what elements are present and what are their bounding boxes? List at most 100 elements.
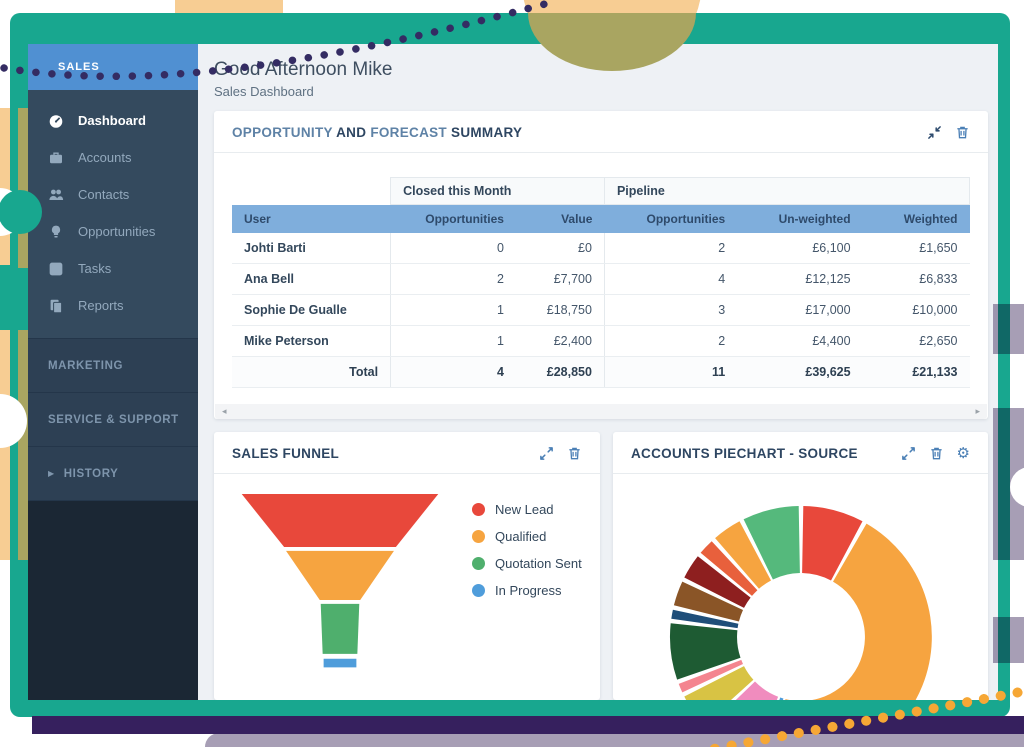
trash-icon[interactable] bbox=[955, 125, 970, 140]
sidebar-item-label: Reports bbox=[78, 298, 124, 313]
legend-dot-icon bbox=[472, 530, 485, 543]
user-name-cell: Ana Bell bbox=[232, 264, 391, 295]
legend-label: Qualified bbox=[495, 529, 546, 544]
column-header-weighted-pipeline: Weighted bbox=[863, 205, 970, 234]
value-cell: £1,650 bbox=[863, 233, 970, 264]
legend-item-new-lead[interactable]: New Lead bbox=[472, 502, 582, 517]
value-cell: £12,125 bbox=[737, 264, 862, 295]
sidebar-section-service-support[interactable]: SERVICE & SUPPORT bbox=[28, 392, 198, 446]
forecast-title-word: FORECAST bbox=[366, 125, 447, 140]
documents-icon bbox=[48, 298, 64, 314]
sidebar-item-label: Opportunities bbox=[78, 224, 155, 239]
forecast-title-word: SUMMARY bbox=[447, 125, 522, 140]
legend-item-quotation-sent[interactable]: Quotation Sent bbox=[472, 556, 582, 571]
sidebar-item-label: Dashboard bbox=[78, 113, 146, 128]
pie-panel-title: ACCOUNTS PIECHART - SOURCE bbox=[631, 446, 858, 461]
sidebar-item-opportunities[interactable]: Opportunities bbox=[28, 213, 198, 250]
sidebar-item-contacts[interactable]: Contacts bbox=[28, 176, 198, 213]
trash-icon[interactable] bbox=[567, 446, 582, 461]
marketing-page: { "decor_colors": { "frame_teal": "#18A7… bbox=[0, 0, 1024, 747]
value-cell: 1 bbox=[391, 295, 516, 326]
group-header-closed-this-month: Closed this Month bbox=[391, 178, 605, 205]
table-total-row: Total4£28,85011£39,625£21,133 bbox=[232, 357, 970, 388]
value-cell: £17,000 bbox=[737, 295, 862, 326]
legend-item-in-progress[interactable]: In Progress bbox=[472, 583, 582, 598]
sidebar-section-label: MARKETING bbox=[48, 360, 123, 372]
value-cell: £10,000 bbox=[863, 295, 970, 326]
column-header-un-weighted-pipeline: Un-weighted bbox=[737, 205, 862, 234]
sidebar-filler bbox=[28, 500, 198, 700]
decor-lavender-bottom-bar bbox=[205, 733, 1024, 747]
funnel-stage-qualified bbox=[286, 551, 394, 600]
decor-olive-strip-1 bbox=[18, 108, 28, 268]
expand-icon[interactable] bbox=[901, 446, 916, 461]
sidebar-item-dashboard[interactable]: Dashboard bbox=[28, 102, 198, 139]
accounts-piechart-panel: ACCOUNTS PIECHART - SOURCE ⚙ bbox=[613, 432, 988, 700]
legend-dot-icon bbox=[472, 503, 485, 516]
page-subtitle: Sales Dashboard bbox=[214, 84, 988, 99]
forecast-panel-title: OPPORTUNITY AND FORECAST SUMMARY bbox=[232, 125, 522, 140]
value-cell: 2 bbox=[391, 264, 516, 295]
gear-icon[interactable]: ⚙ bbox=[957, 446, 970, 461]
expand-icon[interactable] bbox=[539, 446, 554, 461]
total-label: Total bbox=[232, 357, 391, 388]
legend-dot-icon bbox=[472, 584, 485, 597]
forecast-title-word: OPPORTUNITY bbox=[232, 125, 333, 140]
sidebar-item-label: Accounts bbox=[78, 150, 131, 165]
collapse-icon[interactable] bbox=[927, 125, 942, 140]
panel-divider bbox=[613, 473, 988, 474]
value-cell: £2,400 bbox=[516, 326, 605, 357]
legend-label: New Lead bbox=[495, 502, 554, 517]
funnel-stage-new-lead bbox=[242, 494, 439, 547]
main-content: Good Afternoon Mike Sales Dashboard OPPO… bbox=[198, 44, 998, 700]
legend-label: Quotation Sent bbox=[495, 556, 582, 571]
value-cell: £21,133 bbox=[863, 357, 970, 388]
pie-segment-6 bbox=[669, 623, 740, 679]
column-header-opportunities-pipeline: Opportunities bbox=[604, 205, 737, 234]
table-row: Johti Barti0£02£6,100£1,650 bbox=[232, 233, 970, 264]
briefcase-icon bbox=[48, 150, 64, 166]
column-header-opportunities: Opportunities bbox=[391, 205, 516, 234]
accounts-pie-chart bbox=[626, 477, 976, 700]
table-group-header-row: Closed this MonthPipeline bbox=[232, 178, 970, 205]
crm-app-window: SALES Dashboard Accounts Contacts Opportuni… bbox=[28, 44, 998, 700]
sidebar-header-sales[interactable]: SALES bbox=[28, 44, 198, 90]
value-cell: £39,625 bbox=[737, 357, 862, 388]
trash-icon[interactable] bbox=[929, 446, 944, 461]
user-name-cell: Sophie De Gualle bbox=[232, 295, 391, 326]
table-row: Ana Bell2£7,7004£12,125£6,833 bbox=[232, 264, 970, 295]
decor-olive-strip-2 bbox=[18, 330, 28, 560]
funnel-panel-title: SALES FUNNEL bbox=[232, 446, 339, 461]
caret-right-icon: ▶ bbox=[48, 469, 55, 478]
horizontal-scrollbar[interactable]: ◂ ▸ bbox=[215, 404, 987, 419]
sidebar-sections: MARKETING SERVICE & SUPPORT ▶ HISTORY bbox=[28, 338, 198, 500]
value-cell: 4 bbox=[391, 357, 516, 388]
user-name-cell: Mike Peterson bbox=[232, 326, 391, 357]
sidebar-item-tasks[interactable]: Tasks bbox=[28, 250, 198, 287]
legend-item-qualified[interactable]: Qualified bbox=[472, 529, 582, 544]
scroll-right-arrow-icon[interactable]: ▸ bbox=[975, 406, 980, 417]
value-cell: £0 bbox=[516, 233, 605, 264]
scroll-left-arrow-icon[interactable]: ◂ bbox=[222, 406, 227, 417]
sales-funnel-chart bbox=[234, 490, 446, 682]
decor-lavender-tab-1 bbox=[993, 304, 1024, 354]
dashboard-frame: SALES Dashboard Accounts Contacts Opportuni… bbox=[10, 13, 1010, 717]
decor-peach-top-strip bbox=[175, 0, 283, 14]
decor-lavender-tab-3 bbox=[993, 617, 1024, 663]
sidebar-section-label: SERVICE & SUPPORT bbox=[48, 414, 179, 426]
sidebar-item-accounts[interactable]: Accounts bbox=[28, 139, 198, 176]
sidebar-section-marketing[interactable]: MARKETING bbox=[28, 338, 198, 392]
value-cell: 4 bbox=[604, 264, 737, 295]
sidebar-section-history[interactable]: ▶ HISTORY bbox=[28, 446, 198, 500]
sidebar-item-reports[interactable]: Reports bbox=[28, 287, 198, 324]
decor-purple-bottom-bar bbox=[32, 716, 1024, 734]
value-cell: 1 bbox=[391, 326, 516, 357]
funnel-stage-in-progress bbox=[324, 659, 357, 668]
sales-funnel-panel: SALES FUNNEL New LeadQ bbox=[214, 432, 600, 700]
sidebar-item-label: Tasks bbox=[78, 261, 111, 276]
sidebar: SALES Dashboard Accounts Contacts Opportuni… bbox=[28, 44, 198, 700]
value-cell: £6,100 bbox=[737, 233, 862, 264]
table-header-row: UserOpportunitiesValueOpportunitiesUn-we… bbox=[232, 205, 970, 234]
value-cell: 3 bbox=[604, 295, 737, 326]
sidebar-section-label: HISTORY bbox=[64, 468, 119, 480]
